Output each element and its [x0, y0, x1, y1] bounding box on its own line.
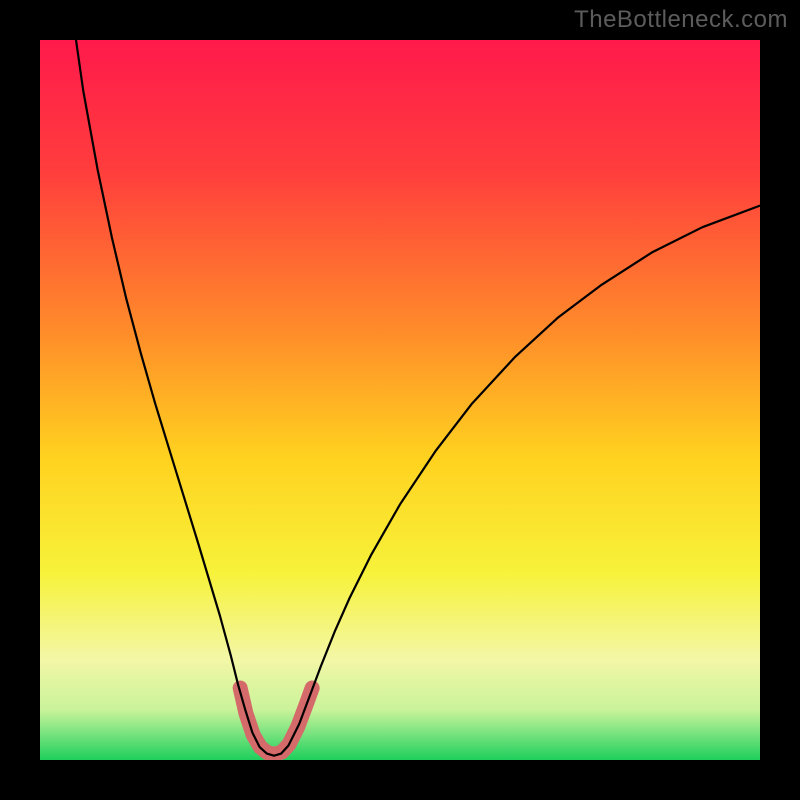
chart-svg: [40, 40, 760, 760]
gradient-background: [40, 40, 760, 760]
chart-stage: TheBottleneck.com: [0, 0, 800, 800]
plot-area: [40, 40, 760, 760]
watermark-text: TheBottleneck.com: [574, 6, 788, 34]
